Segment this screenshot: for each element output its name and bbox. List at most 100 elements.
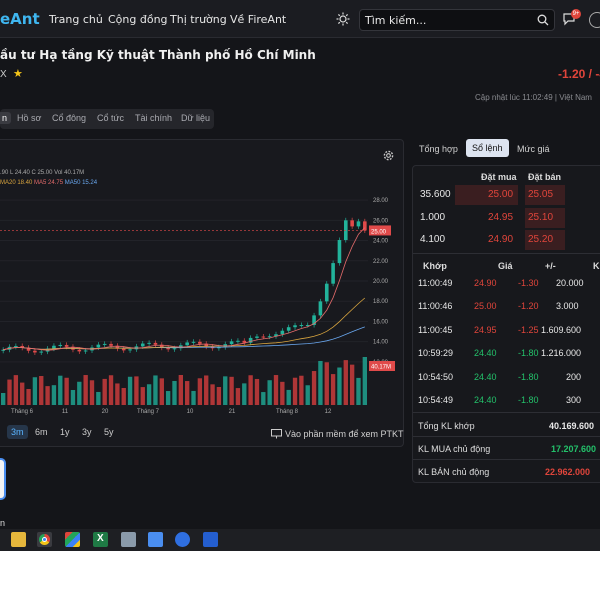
volume-bar <box>235 388 241 405</box>
candle-body <box>39 351 44 353</box>
tab-financials[interactable]: Tài chính <box>135 113 172 123</box>
candle-body <box>337 240 342 264</box>
search-placeholder: Tìm kiếm... <box>365 14 427 27</box>
match-price: 25.00 <box>474 301 497 312</box>
zalo-icon[interactable] <box>203 532 218 547</box>
volume-bar <box>39 376 44 405</box>
y-tick-label: 22.00 <box>373 259 389 265</box>
ma50-line <box>3 326 365 351</box>
nav-home[interactable]: Trang chủ <box>49 13 103 26</box>
theme-toggle-icon[interactable] <box>336 12 350 26</box>
volume-bar <box>178 375 183 405</box>
candle-body <box>147 342 151 344</box>
active-buy-label: KL MUA chủ động <box>418 444 491 454</box>
volume-bar <box>254 378 260 405</box>
excel-icon[interactable]: X <box>93 532 108 547</box>
candle-body <box>102 343 107 345</box>
volume-bar <box>229 376 234 405</box>
volume-bar <box>102 378 107 405</box>
volume-bar <box>165 391 171 405</box>
divider <box>413 412 600 413</box>
orderbook-row: 4.100 24.90 25.20 <box>413 230 600 252</box>
candle-body <box>356 221 361 227</box>
match-volume: 1.216.000 <box>541 348 582 359</box>
nav-about[interactable]: Về FireAnt <box>230 13 286 26</box>
calendar-icon[interactable] <box>148 532 163 547</box>
volume-bar <box>318 360 323 405</box>
orderbook-sell-price: 25.05 <box>528 189 554 200</box>
volume-bar <box>286 389 291 405</box>
nav-market[interactable]: Thị trường <box>170 13 227 26</box>
candle-body <box>255 336 259 338</box>
tab-profile[interactable]: Hồ sơ <box>17 113 41 123</box>
monitor-icon <box>271 429 282 439</box>
favorite-star-icon[interactable]: ★ <box>13 67 23 80</box>
candle-body <box>318 301 323 316</box>
orderbook-buy-price: 24.95 <box>488 212 514 223</box>
chart-settings-gear-icon[interactable] <box>383 150 394 161</box>
volume-bar <box>356 377 361 405</box>
candle-body <box>140 343 145 347</box>
search-box[interactable]: Tìm kiếm... <box>359 9 555 31</box>
fireant-logo[interactable]: eAnt <box>0 10 40 28</box>
range-6m[interactable]: 6m <box>35 427 48 437</box>
volume-bar <box>311 371 317 405</box>
tab-data[interactable]: Dữ liệu <box>181 113 210 123</box>
range-5y[interactable]: 5y <box>104 427 114 437</box>
orderbook-buy-price: 25.00 <box>488 189 514 200</box>
user-avatar-icon[interactable] <box>589 12 600 28</box>
range-3y[interactable]: 3y <box>82 427 92 437</box>
volume-bar <box>51 385 57 405</box>
tab-summary[interactable]: Tổng hợp <box>419 144 458 154</box>
candle-body <box>299 325 304 327</box>
volume-bar <box>273 375 279 405</box>
candle-body <box>121 348 126 351</box>
range-1y[interactable]: 1y <box>60 427 70 437</box>
volume-bar <box>108 375 114 405</box>
x-tick-label: Tháng 8 <box>276 409 299 415</box>
chrome-icon[interactable] <box>37 532 52 547</box>
ptkt-link[interactable]: Vào phần mềm để xem PTKT <box>285 429 404 439</box>
candle-body <box>324 283 329 302</box>
y-tick-label: 24.00 <box>373 239 389 245</box>
match-change: -1.25 <box>518 324 539 335</box>
volume-bar <box>127 376 133 405</box>
match-price: 24.90 <box>474 278 497 288</box>
price-chart[interactable]: 28.00 26.00 24.00 22.00 20.00 18.00 16.00 14.00… <box>0 183 400 423</box>
file-explorer-icon[interactable] <box>11 532 26 547</box>
volume-bar <box>146 384 152 405</box>
orderbook-row: 35.600 25.00 25.05 <box>413 185 600 207</box>
volume-bar <box>64 377 69 405</box>
ticker-symbol: X <box>0 69 7 80</box>
volume-bar <box>159 378 164 405</box>
volume-bar <box>337 367 342 405</box>
x-tick-label: Tháng 6 <box>11 409 34 415</box>
price-change: -1.20 / -4 <box>558 67 600 81</box>
tab-overview[interactable]: n <box>0 112 12 124</box>
match-price: 24.40 <box>474 395 497 405</box>
volume-bar <box>191 390 196 405</box>
zoom-icon[interactable] <box>175 532 190 547</box>
match-time: 11:00:49 <box>418 278 453 288</box>
apps-icon[interactable] <box>65 532 80 547</box>
active-sell-label: KL BÁN chủ động <box>418 467 490 477</box>
side-widget[interactable] <box>0 458 6 500</box>
price-label: 25.00 <box>371 229 387 235</box>
tab-dividends[interactable]: Cổ tức <box>97 113 124 123</box>
tab-orderbook[interactable]: Sổ lệnh <box>466 139 509 157</box>
tab-price-levels[interactable]: Mức giá <box>517 144 550 154</box>
nav-community[interactable]: Cộng đồng <box>108 13 168 26</box>
candle-body <box>64 344 69 347</box>
divider <box>413 459 600 460</box>
bottom-label: n <box>0 518 6 528</box>
volume-bar <box>134 376 139 405</box>
match-volume: 300 <box>566 395 582 405</box>
range-3m[interactable]: 3m <box>7 425 28 439</box>
volume-bar <box>153 375 158 405</box>
search-icon[interactable] <box>537 14 549 26</box>
tab-shareholders[interactable]: Cổ đông <box>52 113 86 123</box>
calculator-icon[interactable] <box>121 532 136 547</box>
candle-body <box>286 327 291 331</box>
volume-bar <box>115 383 120 405</box>
match-change: -1.80 <box>518 395 539 405</box>
